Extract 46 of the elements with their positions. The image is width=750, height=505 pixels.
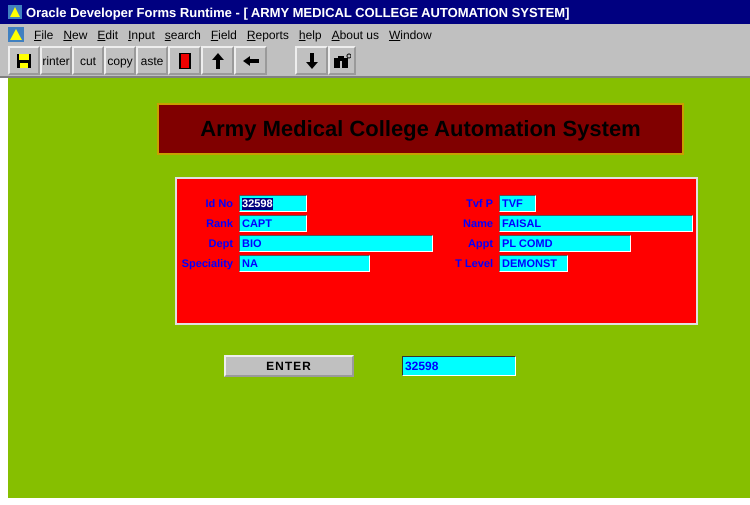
text-field[interactable]: PL COMD: [499, 235, 631, 252]
down-arrow-icon: [306, 52, 318, 68]
title-text: Oracle Developer Forms Runtime - [ ARMY MEDICAL COLLEGE AUTOMATION SYSTEM]: [26, 4, 570, 20]
field-label: Appt: [466, 238, 493, 250]
toolbar-button[interactable]: [295, 46, 328, 75]
toolbar-button[interactable]: aste: [136, 46, 168, 75]
text-field[interactable]: FAISAL: [499, 215, 693, 232]
toolbar-button[interactable]: [168, 46, 201, 75]
text-field[interactable]: 32598: [239, 195, 307, 212]
toolbar-button[interactable]: rinter: [40, 46, 72, 75]
toolbar-button[interactable]: cut: [72, 46, 104, 75]
toolbar-button[interactable]: [201, 46, 234, 75]
menu-item[interactable]: About us: [332, 28, 379, 42]
field-label: Speciality: [180, 258, 233, 270]
menu-item[interactable]: Input: [128, 28, 155, 42]
toolbar-button[interactable]: [328, 46, 356, 75]
menu-item[interactable]: Window: [388, 28, 432, 42]
app-icon: [8, 5, 22, 19]
text-field[interactable]: NA: [239, 255, 370, 272]
door-icon: [178, 52, 192, 70]
app-icon[interactable]: [8, 27, 24, 42]
text-field[interactable]: TVF: [499, 195, 536, 212]
form-title: Army Medical College Automation System: [157, 103, 684, 155]
menu-item[interactable]: Edit: [97, 28, 118, 42]
menu-item[interactable]: search: [164, 28, 201, 42]
enter-button[interactable]: ENTER: [224, 355, 354, 377]
field-label: Dept: [208, 238, 233, 250]
left-arrow-icon: [242, 56, 258, 66]
menu-item[interactable]: help: [298, 28, 322, 42]
text-field[interactable]: CAPT: [239, 215, 307, 232]
menu-item[interactable]: File: [34, 28, 54, 42]
menu-item[interactable]: New: [63, 28, 88, 42]
menu-item[interactable]: Field: [210, 28, 237, 42]
field-label: Tvf P: [465, 198, 493, 210]
field-label: T Level: [454, 258, 493, 270]
toolbar-button[interactable]: [234, 46, 267, 75]
text-field[interactable]: DEMONST: [499, 255, 568, 272]
field-label: Id No: [204, 198, 233, 210]
toolbar-button[interactable]: copy: [104, 46, 136, 75]
toolbar-button[interactable]: [8, 46, 40, 75]
up-arrow-icon: [212, 52, 224, 68]
text-field[interactable]: BIO: [239, 235, 433, 252]
field-label: Rank: [205, 218, 233, 230]
menu-item[interactable]: Reports: [246, 28, 289, 42]
result-field[interactable]: 32598: [402, 356, 516, 376]
field-label: Name: [462, 218, 493, 230]
